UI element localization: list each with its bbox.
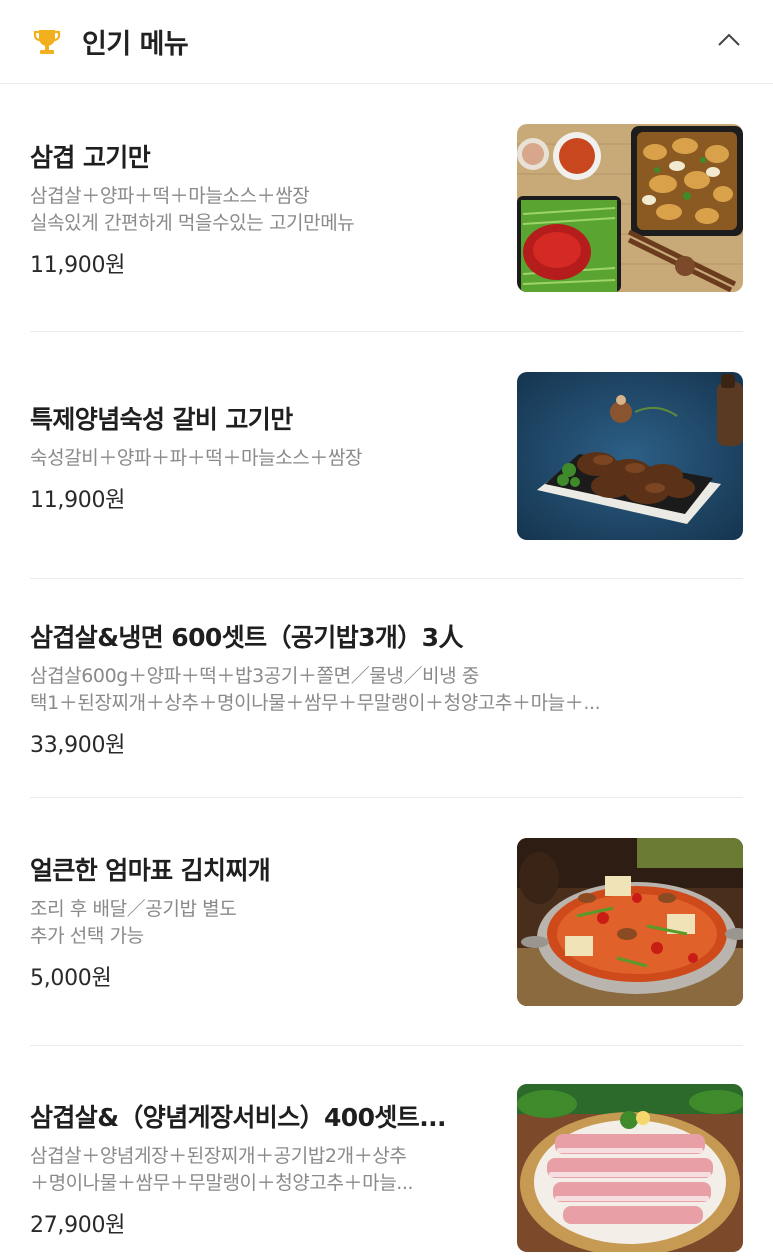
menu-item-description: 삼겹살600g＋양파＋떡＋밥3공기＋쫄면／물냉／비냉 중 택1＋된장찌개＋상추＋… bbox=[30, 663, 720, 717]
menu-item-price: 11,900원 bbox=[30, 253, 126, 278]
trophy-icon bbox=[30, 25, 64, 59]
menu-item-name: 삼겹살&냉면 600셋트（공기밥3개）3人 bbox=[30, 623, 463, 652]
menu-item-description-line: 삼겹살600g＋양파＋떡＋밥3공기＋쫄면／물냉／비냉 중 bbox=[30, 665, 479, 687]
menu-item-price: 27,900원 bbox=[30, 1213, 126, 1238]
menu-item[interactable]: 얼큰한 엄마표 김치찌개 조리 후 배달／공기밥 별도 추가 선택 가능 5,0… bbox=[30, 798, 743, 1046]
menu-item-price: 5,000원 bbox=[30, 966, 112, 991]
menu-item-description-line: ＋명이나물＋쌈무＋무말랭이＋청양고추＋마늘... bbox=[30, 1172, 414, 1194]
menu-item[interactable]: 특제양념숙성 갈비 고기만 숙성갈비＋양파＋파＋떡＋마늘소스＋쌈장 11,900… bbox=[30, 332, 743, 579]
menu-item-description-line: 추가 선택 가능 bbox=[30, 925, 144, 947]
section-title: 인기 메뉴 bbox=[82, 29, 189, 60]
menu-item-description-line: 숙성갈비＋양파＋파＋떡＋마늘소스＋쌈장 bbox=[30, 447, 363, 469]
menu-item-description: 삼겹살＋양념게장＋된장찌개＋공기밥2개＋상추 ＋명이나물＋쌈무＋무말랭이＋청양고… bbox=[30, 1143, 480, 1197]
menu-item[interactable]: 삼겹살&（양념게장서비스）400셋트... 삼겹살＋양념게장＋된장찌개＋공기밥2… bbox=[30, 1046, 743, 1256]
menu-item-description: 삼겹살＋양파＋떡＋마늘소스＋쌈장 실속있게 간편하게 먹을수있는 고기만메뉴 bbox=[30, 183, 500, 237]
menu-item-info: 삼겹 고기만 삼겹살＋양파＋떡＋마늘소스＋쌈장 실속있게 간편하게 먹을수있는 … bbox=[30, 141, 500, 279]
menu-item-info: 얼큰한 엄마표 김치찌개 조리 후 배달／공기밥 별도 추가 선택 가능 5,0… bbox=[30, 854, 500, 992]
chevron-up-icon[interactable] bbox=[711, 22, 747, 58]
menu-item-description-line: 택1＋된장찌개＋상추＋명이나물＋쌈무＋무말랭이＋청양고추＋마늘＋... bbox=[30, 692, 601, 714]
menu-item-info: 특제양념숙성 갈비 고기만 숙성갈비＋양파＋파＋떡＋마늘소스＋쌈장 11,900… bbox=[30, 403, 500, 514]
kimchi-stew-photo bbox=[517, 838, 743, 1006]
menu-item-name: 얼큰한 엄마표 김치찌개 bbox=[30, 856, 271, 885]
menu-item-info: 삼겹살&（양념게장서비스）400셋트... 삼겹살＋양념게장＋된장찌개＋공기밥2… bbox=[30, 1101, 500, 1239]
raw-pork-photo bbox=[517, 1084, 743, 1252]
galbi-photo bbox=[517, 372, 743, 540]
menu-item-price: 33,900원 bbox=[30, 733, 126, 758]
menu-item-description: 숙성갈비＋양파＋파＋떡＋마늘소스＋쌈장 bbox=[30, 445, 500, 472]
menu-item-description-line: 조리 후 배달／공기밥 별도 bbox=[30, 898, 237, 920]
popular-menu-header[interactable]: 인기 메뉴 bbox=[0, 0, 773, 84]
menu-item[interactable]: 삼겹 고기만 삼겹살＋양파＋떡＋마늘소스＋쌈장 실속있게 간편하게 먹을수있는 … bbox=[30, 84, 743, 332]
menu-item-name: 특제양념숙성 갈비 고기만 bbox=[30, 405, 293, 434]
menu-item[interactable]: 삼겹살&냉면 600셋트（공기밥3개）3人 삼겹살600g＋양파＋떡＋밥3공기＋… bbox=[30, 579, 743, 798]
menu-item-description-line: 실속있게 간편하게 먹을수있는 고기만메뉴 bbox=[30, 212, 355, 234]
menu-item-name: 삼겹살&（양념게장서비스）400셋트... bbox=[30, 1103, 446, 1132]
menu-item-price: 11,900원 bbox=[30, 488, 126, 513]
menu-item-description: 조리 후 배달／공기밥 별도 추가 선택 가능 bbox=[30, 896, 500, 950]
menu-item-description-line: 삼겹살＋양념게장＋된장찌개＋공기밥2개＋상추 bbox=[30, 1145, 407, 1167]
menu-item-description-line: 삼겹살＋양파＋떡＋마늘소스＋쌈장 bbox=[30, 185, 310, 207]
menu-item-info: 삼겹살&냉면 600셋트（공기밥3개）3人 삼겹살600g＋양파＋떡＋밥3공기＋… bbox=[30, 621, 743, 759]
menu-item-name: 삼겹 고기만 bbox=[30, 143, 151, 172]
pork-platter-photo bbox=[517, 124, 743, 292]
menu-list: 삼겹 고기만 삼겹살＋양파＋떡＋마늘소스＋쌈장 실속있게 간편하게 먹을수있는 … bbox=[0, 84, 773, 1256]
